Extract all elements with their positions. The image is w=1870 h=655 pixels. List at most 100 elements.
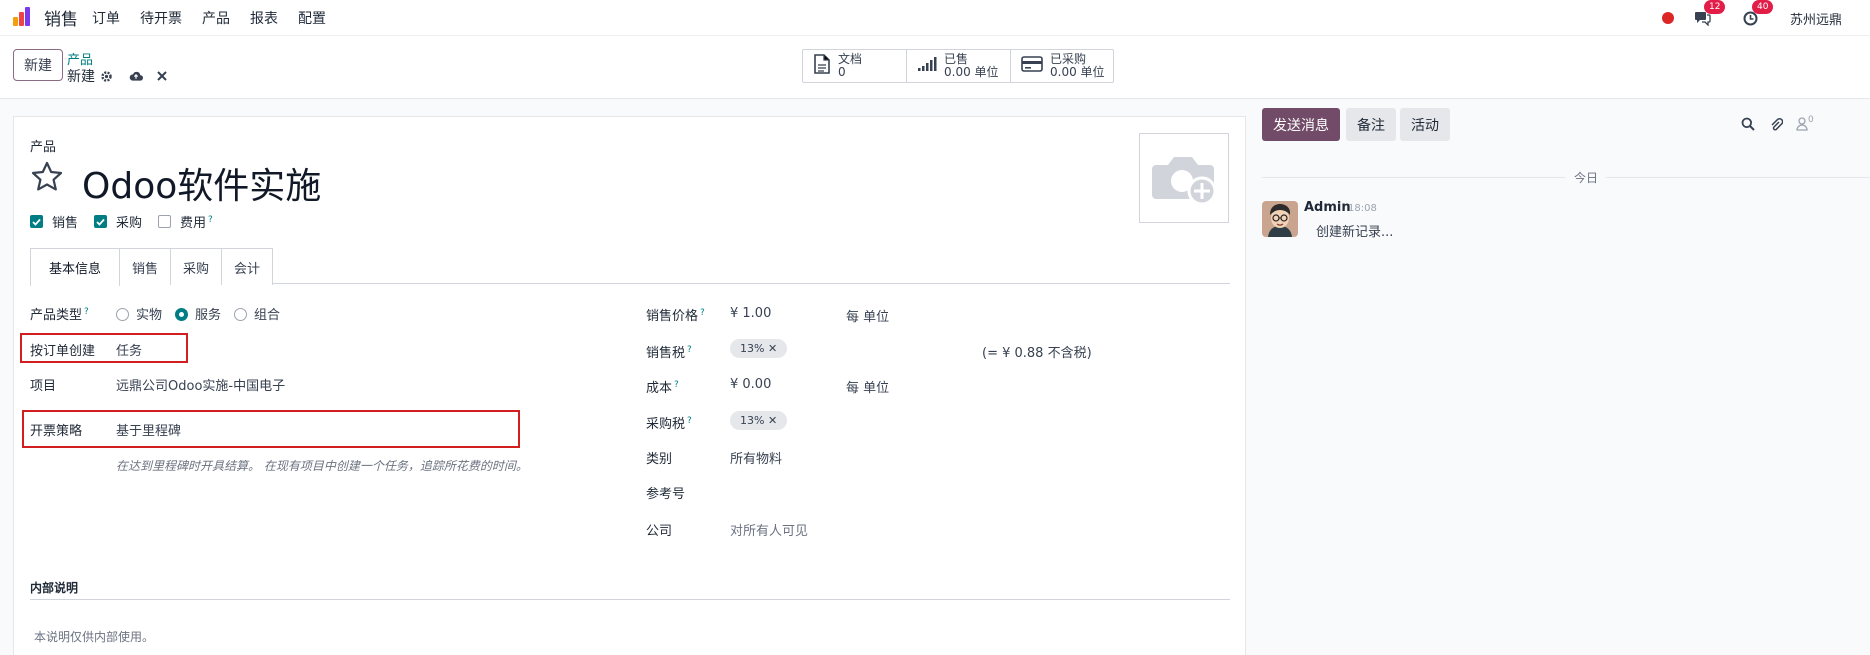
tab-sales[interactable]: 销售 bbox=[119, 248, 171, 285]
help-tooltip-icon[interactable]: ? bbox=[687, 345, 692, 355]
camera-add-icon bbox=[1152, 157, 1217, 206]
cost-label: 成本? bbox=[646, 379, 679, 396]
form-tabs: 基本信息 销售 采购 会计 bbox=[30, 248, 1230, 286]
help-tooltip-icon[interactable]: ? bbox=[687, 416, 692, 426]
menu-configuration[interactable]: 配置 bbox=[298, 8, 326, 28]
help-tooltip-icon[interactable]: ? bbox=[84, 307, 89, 317]
help-tooltip-icon[interactable]: ? bbox=[208, 215, 213, 225]
menu-reporting[interactable]: 报表 bbox=[250, 8, 278, 28]
product-name-field[interactable]: Odoo软件实施 bbox=[82, 157, 321, 209]
gear-icon[interactable] bbox=[99, 69, 113, 83]
sales-app-icon[interactable] bbox=[12, 6, 34, 29]
internal-reference-field[interactable] bbox=[730, 483, 1030, 501]
avatar[interactable] bbox=[1262, 201, 1298, 237]
internal-notes-label: 内部说明 bbox=[30, 581, 79, 595]
expense-checkbox[interactable] bbox=[158, 215, 172, 228]
purchase-tax-tag[interactable]: 13% ✕ bbox=[730, 411, 788, 430]
product-flags: 销售 采购 费用? bbox=[30, 212, 229, 231]
purchase-ok-label: 采购 bbox=[116, 216, 143, 231]
category-label: 类别 bbox=[646, 452, 673, 467]
breadcrumb-current: 新建 bbox=[67, 69, 95, 85]
followers-count: 0 bbox=[1808, 115, 1814, 125]
tax-excluded-note: (= ¥ 0.88 不含税) bbox=[982, 346, 1092, 361]
sales-tax-label: 销售税? bbox=[646, 344, 692, 361]
activity-clock-icon[interactable]: 40 bbox=[1742, 0, 1774, 27]
message-time: 18:08 bbox=[1348, 203, 1377, 214]
company-switcher[interactable]: 苏州远鼎 bbox=[1790, 9, 1842, 28]
purchase-tax-label: 采购税? bbox=[646, 415, 692, 432]
date-separator-label: 今日 bbox=[1566, 169, 1607, 186]
record-type-label: 产品 bbox=[30, 140, 57, 155]
tab-accounting[interactable]: 会计 bbox=[221, 248, 273, 285]
sale-ok-checkbox[interactable] bbox=[30, 215, 43, 228]
project-label: 项目 bbox=[30, 379, 57, 394]
activity-badge: 40 bbox=[1751, 0, 1774, 14]
help-tooltip-icon[interactable]: ? bbox=[674, 380, 679, 390]
purchased-value: 0.00 单位 bbox=[1050, 65, 1105, 79]
app-name[interactable]: 销售 bbox=[44, 5, 78, 30]
product-type-radio-combo[interactable]: 组合 bbox=[234, 304, 280, 323]
recording-indicator-icon[interactable] bbox=[1661, 12, 1674, 24]
sale-ok-label: 销售 bbox=[52, 216, 79, 231]
invoicing-policy-field[interactable]: 基于里程碑 bbox=[116, 420, 181, 439]
menu-orders[interactable]: 订单 bbox=[92, 8, 120, 28]
chat-badge: 12 bbox=[1703, 0, 1726, 14]
expense-label: 费用? bbox=[180, 214, 213, 231]
product-image-upload[interactable] bbox=[1139, 133, 1229, 223]
discard-close-icon[interactable] bbox=[155, 69, 169, 83]
signal-chart-icon bbox=[917, 56, 937, 76]
create-on-order-field[interactable]: 任务 bbox=[116, 340, 142, 359]
project-field[interactable]: 远鼎公司Odoo实施-中国电子 bbox=[116, 375, 285, 394]
smart-buttons: 文档 0 已售 0.00 单位 已采购 0.00 单位 bbox=[802, 49, 1114, 83]
documents-smart-button[interactable]: 文档 0 bbox=[803, 50, 907, 82]
activity-button[interactable]: 活动 bbox=[1400, 108, 1450, 141]
credit-card-icon bbox=[1021, 56, 1043, 76]
sold-smart-button[interactable]: 已售 0.00 单位 bbox=[907, 50, 1011, 82]
message-body: 创建新记录... bbox=[1316, 225, 1394, 240]
user-icon bbox=[1796, 117, 1808, 131]
product-type-label: 产品类型? bbox=[30, 306, 89, 323]
invoicing-policy-label: 开票策略 bbox=[30, 424, 83, 439]
sales-price-label: 销售价格? bbox=[646, 307, 705, 324]
create-on-order-label: 按订单创建 bbox=[30, 344, 96, 359]
internal-notes-field[interactable]: 本说明仅供内部使用。 bbox=[34, 628, 154, 645]
remove-tag-icon[interactable]: ✕ bbox=[768, 414, 777, 427]
control-panel: 新建 产品 新建 文档 0 已售 0.00 单位 已采购 0.00 单位 bbox=[0, 36, 1870, 99]
log-note-button[interactable]: 备注 bbox=[1346, 108, 1396, 141]
company-field[interactable]: 对所有人可见 bbox=[730, 520, 808, 539]
tab-purchase[interactable]: 采购 bbox=[170, 248, 222, 285]
help-tooltip-icon[interactable]: ? bbox=[700, 308, 705, 318]
favorite-star-icon[interactable] bbox=[30, 160, 64, 194]
search-icon[interactable] bbox=[1740, 116, 1756, 132]
company-label: 公司 bbox=[646, 524, 673, 539]
sold-title: 已售 bbox=[944, 52, 969, 66]
cloud-save-icon[interactable] bbox=[129, 69, 143, 83]
documents-count: 0 bbox=[838, 65, 846, 79]
menu-to-invoice[interactable]: 待开票 bbox=[140, 8, 182, 28]
invoicing-policy-note: 在达到里程碑时开具结算。 在现有项目中创建一个任务，追踪所花费的时间。 bbox=[116, 459, 528, 473]
form-sheet: 产品 Odoo软件实施 销售 采购 费用? 基本信息 销售 采购 会计 产品类型… bbox=[13, 116, 1246, 655]
product-type-radio-goods[interactable]: 实物 bbox=[116, 304, 162, 323]
paperclip-icon[interactable] bbox=[1768, 116, 1784, 132]
divider bbox=[30, 599, 1230, 600]
chat-messages-icon[interactable]: 12 bbox=[1694, 0, 1726, 27]
sold-value: 0.00 单位 bbox=[944, 65, 999, 79]
send-message-button[interactable]: 发送消息 bbox=[1262, 108, 1340, 141]
cost-field[interactable]: ¥ 0.00 bbox=[730, 377, 771, 392]
sales-price-unit: 每 单位 bbox=[846, 310, 890, 325]
followers-button[interactable]: 0 bbox=[1796, 115, 1822, 132]
purchase-ok-checkbox[interactable] bbox=[94, 215, 108, 228]
category-field[interactable]: 所有物料 bbox=[730, 448, 782, 467]
top-navbar: 销售 订单 待开票 产品 报表 配置 12 40 苏州远鼎 bbox=[0, 0, 1870, 36]
purchased-smart-button[interactable]: 已采购 0.00 单位 bbox=[1011, 50, 1113, 82]
tab-general-info[interactable]: 基本信息 bbox=[30, 248, 120, 286]
sales-tax-tag[interactable]: 13% ✕ bbox=[730, 339, 788, 358]
documents-title: 文档 bbox=[838, 52, 863, 66]
message-author[interactable]: Admin bbox=[1304, 200, 1351, 215]
menu-products[interactable]: 产品 bbox=[202, 8, 230, 28]
remove-tag-icon[interactable]: ✕ bbox=[768, 342, 777, 355]
product-type-radio-service[interactable]: 服务 bbox=[175, 304, 221, 323]
cost-unit: 每 单位 bbox=[846, 381, 890, 396]
sales-price-field[interactable]: ¥ 1.00 bbox=[730, 306, 771, 321]
new-button[interactable]: 新建 bbox=[13, 49, 63, 81]
